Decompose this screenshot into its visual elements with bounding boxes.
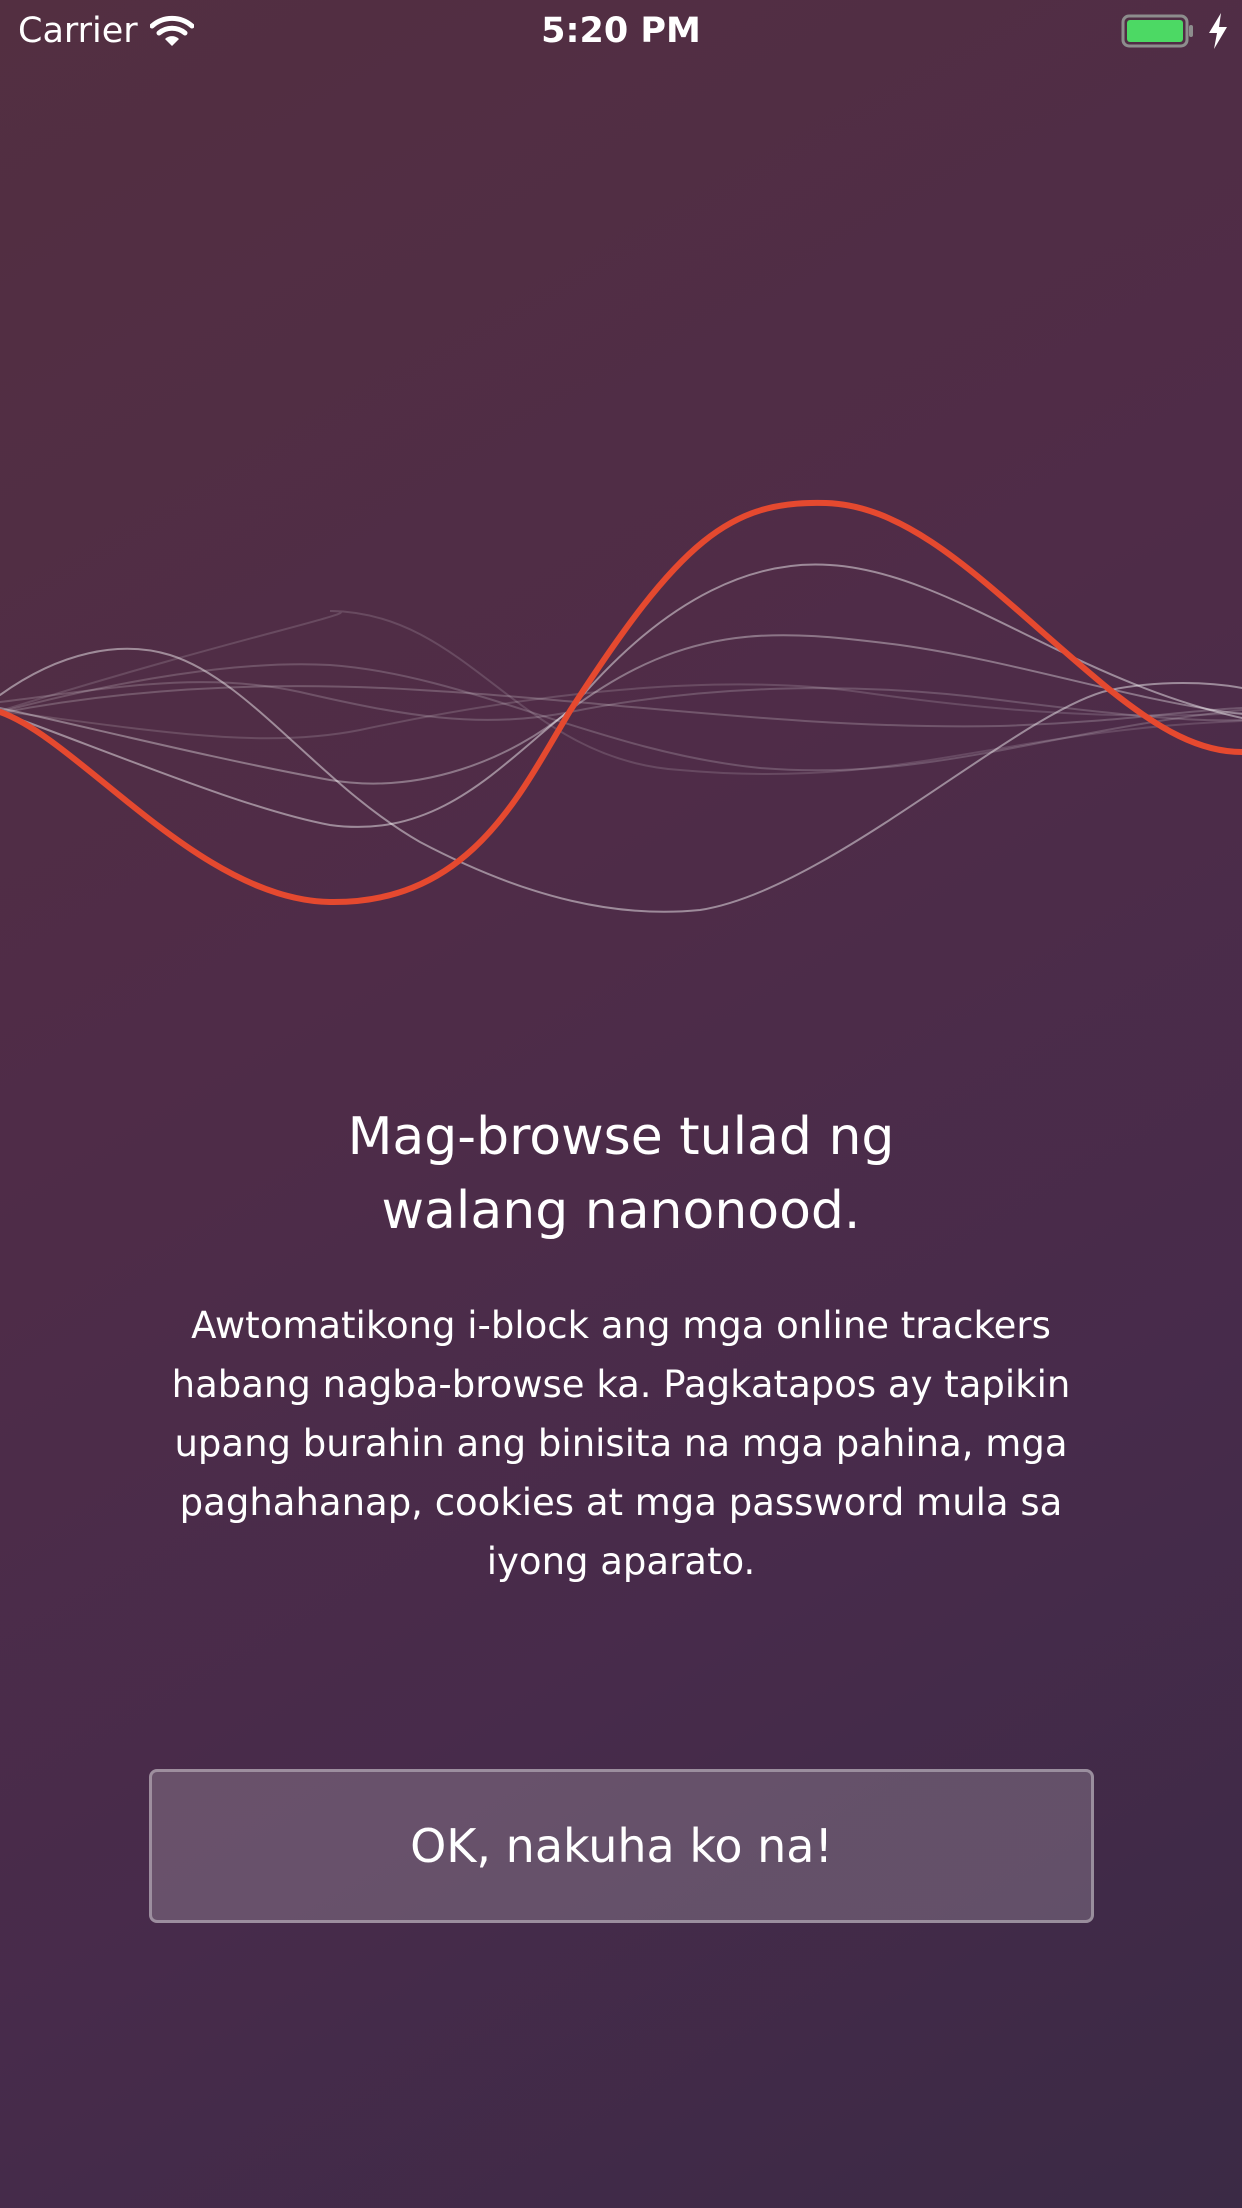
waveform-line: [0, 681, 1242, 722]
waveform-line: [0, 683, 1242, 740]
waveform-illustration: [0, 499, 1242, 913]
waveform-line: [0, 647, 1242, 913]
onboarding-description: Awtomatikong i-block ang mga online trac…: [171, 1304, 1071, 1583]
waveform-line: [0, 663, 1242, 772]
waveform-line: [0, 634, 1242, 785]
status-bar: Carrier 5:20 PM: [0, 0, 1242, 60]
charging-bolt-icon: [1209, 13, 1227, 49]
onboarding-title: Mag-browse tulad ng walang nanonood.: [347, 1107, 895, 1241]
waveform-line: [0, 563, 1242, 828]
battery-icon: [1121, 14, 1193, 48]
status-time: 5:20 PM: [541, 11, 701, 51]
ok-button[interactable]: OK, nakuha ko na!: [149, 1769, 1094, 1923]
